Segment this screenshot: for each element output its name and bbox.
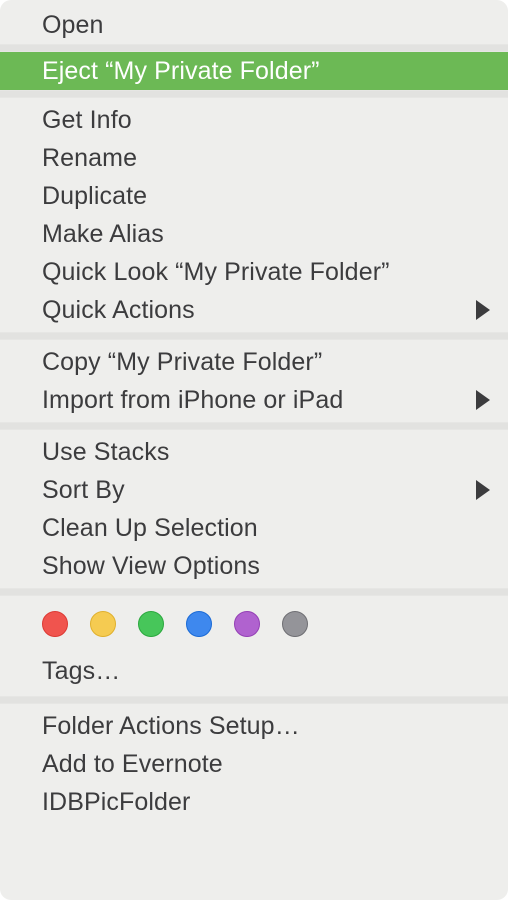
- menu-section-clipboard: Copy “My Private Folder” Import from iPh…: [0, 343, 508, 419]
- menu-item-label: Use Stacks: [42, 439, 170, 465]
- menu-item-quick-look[interactable]: Quick Look “My Private Folder”: [0, 253, 508, 291]
- menu-separator: [0, 696, 508, 704]
- menu-item-duplicate[interactable]: Duplicate: [0, 177, 508, 215]
- finder-context-menu: Open Eject “My Private Folder” Get Info …: [0, 0, 508, 900]
- menu-item-label: IDBPicFolder: [42, 789, 191, 815]
- menu-item-label: Folder Actions Setup…: [42, 713, 300, 739]
- menu-item-folder-actions-setup[interactable]: Folder Actions Setup…: [0, 707, 508, 745]
- menu-section-services: Folder Actions Setup… Add to Evernote ID…: [0, 707, 508, 821]
- menu-item-label: Quick Actions: [42, 297, 195, 323]
- tag-dot-gray[interactable]: [282, 611, 308, 637]
- menu-item-import-from-iphone-or-ipad[interactable]: Import from iPhone or iPad: [0, 381, 508, 419]
- menu-item-label: Show View Options: [42, 553, 261, 579]
- submenu-arrow-icon: [476, 300, 490, 320]
- menu-item-add-to-evernote[interactable]: Add to Evernote: [0, 745, 508, 783]
- menu-item-label: Add to Evernote: [42, 751, 223, 777]
- menu-item-copy[interactable]: Copy “My Private Folder”: [0, 343, 508, 381]
- menu-separator: [0, 90, 508, 98]
- menu-item-label: Rename: [42, 145, 138, 171]
- tag-dot-purple[interactable]: [234, 611, 260, 637]
- menu-item-label: Tags…: [42, 658, 121, 684]
- menu-section-eject: Eject “My Private Folder”: [0, 52, 508, 90]
- menu-item-show-view-options[interactable]: Show View Options: [0, 547, 508, 585]
- menu-item-quick-actions[interactable]: Quick Actions: [0, 291, 508, 329]
- tag-dot-yellow[interactable]: [90, 611, 116, 637]
- menu-section-file-actions: Get Info Rename Duplicate Make Alias Qui…: [0, 101, 508, 329]
- menu-item-label: Copy “My Private Folder”: [42, 349, 323, 375]
- tag-dot-green[interactable]: [138, 611, 164, 637]
- menu-separator: [0, 44, 508, 52]
- menu-section-view: Use Stacks Sort By Clean Up Selection Sh…: [0, 433, 508, 585]
- menu-item-use-stacks[interactable]: Use Stacks: [0, 433, 508, 471]
- menu-separator: [0, 588, 508, 596]
- menu-item-label: Make Alias: [42, 221, 164, 247]
- menu-section-open: Open: [0, 6, 508, 44]
- tag-dot-blue[interactable]: [186, 611, 212, 637]
- menu-item-label: Sort By: [42, 477, 125, 503]
- menu-item-open[interactable]: Open: [0, 6, 508, 44]
- menu-separator: [0, 422, 508, 430]
- submenu-arrow-icon: [476, 390, 490, 410]
- menu-item-tags[interactable]: Tags…: [0, 652, 508, 690]
- menu-item-label: Eject “My Private Folder”: [42, 58, 320, 84]
- menu-item-sort-by[interactable]: Sort By: [0, 471, 508, 509]
- tag-color-row: [0, 596, 508, 652]
- submenu-arrow-icon: [476, 480, 490, 500]
- menu-item-label: Quick Look “My Private Folder”: [42, 259, 390, 285]
- menu-item-label: Import from iPhone or iPad: [42, 387, 344, 413]
- menu-separator: [0, 332, 508, 340]
- menu-item-eject[interactable]: Eject “My Private Folder”: [0, 52, 508, 90]
- menu-item-make-alias[interactable]: Make Alias: [0, 215, 508, 253]
- tag-dot-red[interactable]: [42, 611, 68, 637]
- menu-item-label: Get Info: [42, 107, 132, 133]
- menu-item-get-info[interactable]: Get Info: [0, 101, 508, 139]
- menu-item-label: Open: [42, 12, 104, 38]
- menu-item-label: Duplicate: [42, 183, 148, 209]
- menu-item-rename[interactable]: Rename: [0, 139, 508, 177]
- menu-item-idbpicfolder[interactable]: IDBPicFolder: [0, 783, 508, 821]
- menu-item-label: Clean Up Selection: [42, 515, 258, 541]
- menu-item-clean-up-selection[interactable]: Clean Up Selection: [0, 509, 508, 547]
- menu-section-tags: Tags…: [0, 596, 508, 690]
